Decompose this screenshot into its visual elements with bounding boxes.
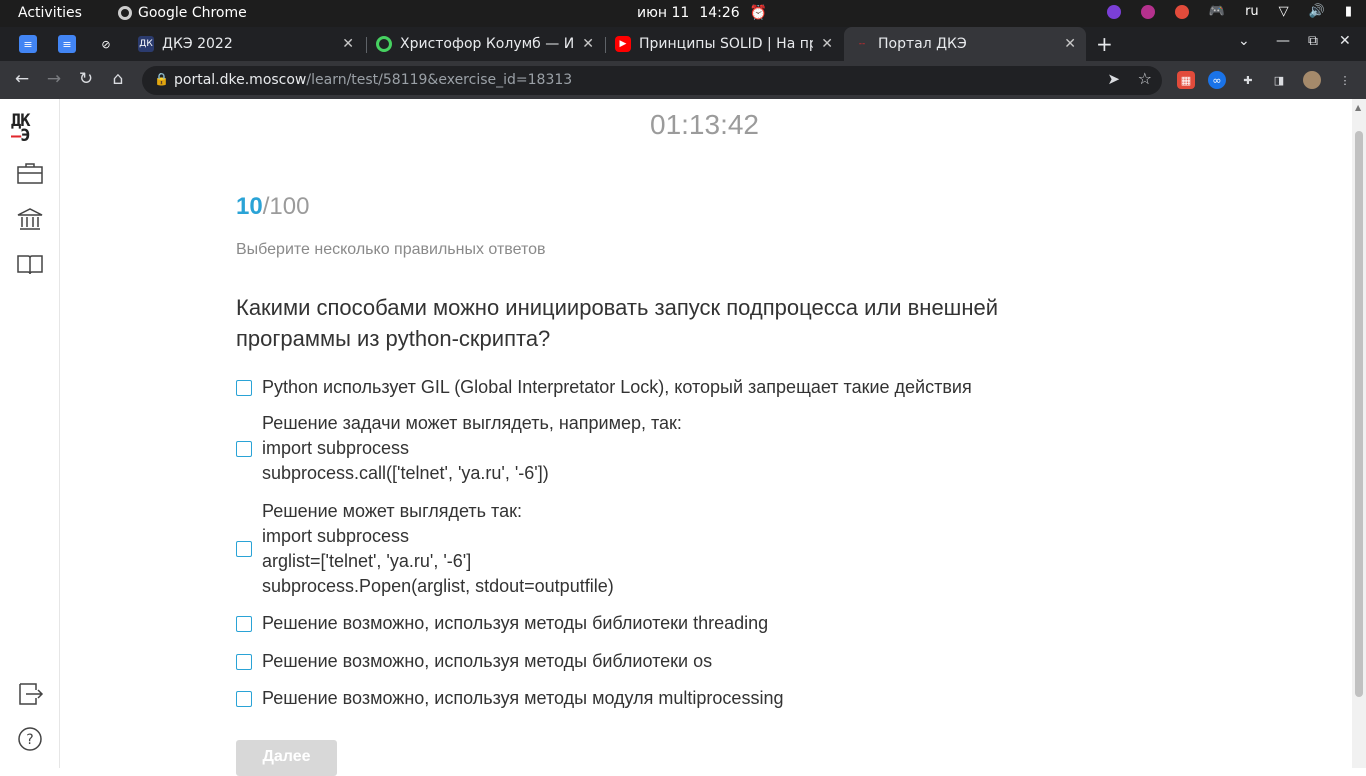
answer-text: Решение возможно, используя методы модул… bbox=[262, 688, 784, 708]
tab-strip: ≡ ≡ ⊘ ДК ДКЭ 2022 ✕ Христофор Колумб — И… bbox=[0, 27, 1366, 61]
puzzle-icon[interactable]: ✚ bbox=[1239, 71, 1257, 89]
close-tab-icon[interactable]: ✕ bbox=[342, 36, 354, 52]
answer-checkbox[interactable] bbox=[236, 653, 252, 670]
extension-icon[interactable]: ▦ bbox=[1177, 71, 1195, 89]
browser-toolbar: ← → ↻ ⌂ 🔒 portal.dke.moscow/learn/test/5… bbox=[0, 61, 1366, 99]
tray-app-icon[interactable] bbox=[1106, 4, 1121, 19]
answer-text: Решение может выглядеть так: import subp… bbox=[262, 501, 614, 596]
tab-columbus[interactable]: Христофор Колумб — Ис ✕ bbox=[366, 27, 604, 61]
answer-checkbox[interactable] bbox=[236, 690, 252, 707]
answer-option-3[interactable]: Решение может выглядеть так: import subp… bbox=[236, 499, 614, 599]
new-tab-button[interactable]: + bbox=[1096, 32, 1113, 56]
extension-icon[interactable]: ∞ bbox=[1208, 71, 1226, 89]
clock-time: 14:26 bbox=[699, 5, 740, 21]
logout-icon[interactable] bbox=[16, 682, 44, 706]
side-panel-icon[interactable]: ◨ bbox=[1270, 71, 1288, 89]
keyboard-layout[interactable]: ru bbox=[1245, 4, 1259, 19]
answer-option-4[interactable]: Решение возможно, используя методы библи… bbox=[236, 611, 768, 636]
lock-icon[interactable]: 🔒 bbox=[154, 72, 169, 86]
home-icon[interactable]: ⌂ bbox=[106, 69, 130, 89]
menu-icon[interactable]: ⋮ bbox=[1336, 71, 1354, 89]
page-content: ДК —Э ? 01:13:42 10/100 Выберите несколь… bbox=[0, 99, 1366, 776]
dke-favicon: ДК bbox=[138, 36, 154, 52]
institution-icon[interactable] bbox=[16, 207, 44, 231]
youtube-favicon: ▶ bbox=[615, 36, 631, 52]
scroll-up-icon[interactable]: ▲ bbox=[1355, 103, 1361, 112]
book-icon[interactable] bbox=[16, 252, 44, 276]
answer-text: Решение задачи может выглядеть, например… bbox=[262, 413, 682, 483]
question-counter: 10/100 bbox=[236, 193, 309, 221]
answer-checkbox[interactable] bbox=[236, 440, 252, 457]
help-icon[interactable]: ? bbox=[16, 727, 44, 751]
green-circle-favicon bbox=[376, 36, 392, 52]
system-top-bar: Activities Google Chrome июн 11 14:26 ⏰ … bbox=[0, 0, 1366, 27]
next-button[interactable]: Далее bbox=[236, 740, 337, 776]
answer-option-6[interactable]: Решение возможно, используя методы модул… bbox=[236, 686, 783, 711]
forward-icon[interactable]: → bbox=[42, 69, 66, 89]
app-menu[interactable]: Google Chrome bbox=[118, 5, 247, 21]
answer-option-1[interactable]: Python использует GIL (Global Interpreta… bbox=[236, 375, 972, 400]
url-text[interactable]: portal.dke.moscow/learn/test/58119&exerc… bbox=[174, 72, 572, 88]
clock-date: июн 11 bbox=[637, 5, 690, 21]
answer-checkbox[interactable] bbox=[236, 615, 252, 632]
close-tab-icon[interactable]: ✕ bbox=[821, 36, 833, 52]
close-window-icon[interactable]: ✕ bbox=[1339, 33, 1351, 49]
total-questions: /100 bbox=[262, 193, 310, 220]
tab-title: ДКЭ 2022 bbox=[162, 36, 233, 52]
tray-app-icon[interactable] bbox=[1174, 4, 1189, 19]
profile-avatar[interactable] bbox=[1303, 71, 1321, 89]
maximize-icon[interactable]: ⧉ bbox=[1308, 33, 1318, 49]
bookmark-star-icon[interactable]: ☆ bbox=[1138, 69, 1152, 88]
tab-title: Портал ДКЭ bbox=[878, 36, 967, 52]
tab-title: Принципы SOLID | На пр bbox=[639, 36, 814, 52]
answer-option-2[interactable]: Решение задачи может выглядеть, например… bbox=[236, 411, 682, 486]
scrollbar-thumb[interactable] bbox=[1355, 131, 1363, 697]
tab-search-icon[interactable]: ⌄ bbox=[1238, 33, 1250, 49]
address-bar[interactable]: 🔒 portal.dke.moscow/learn/test/58119&exe… bbox=[142, 66, 1162, 95]
clock[interactable]: июн 11 14:26 ⏰ bbox=[637, 5, 767, 21]
dke-red-favicon: -‐ bbox=[858, 39, 866, 49]
chrome-icon bbox=[118, 6, 132, 20]
pinned-tab-docs-icon[interactable]: ≡ bbox=[19, 35, 37, 53]
tab-dke-2022[interactable]: ДК ДКЭ 2022 ✕ bbox=[128, 27, 364, 61]
answer-checkbox[interactable] bbox=[236, 541, 252, 557]
answer-hint: Выберите несколько правильных ответов bbox=[236, 241, 546, 258]
activities-button[interactable]: Activities bbox=[18, 5, 82, 21]
answer-option-5[interactable]: Решение возможно, используя методы библи… bbox=[236, 649, 712, 674]
tab-title: Христофор Колумб — Ис bbox=[400, 36, 575, 52]
wifi-icon[interactable]: ▽ bbox=[1279, 4, 1289, 19]
back-icon[interactable]: ← bbox=[10, 69, 34, 89]
answer-text: Решение возможно, используя методы библи… bbox=[262, 651, 713, 671]
url-host: portal.dke.moscow bbox=[174, 72, 307, 88]
tab-solid-youtube[interactable]: ▶ Принципы SOLID | На пр ✕ bbox=[605, 27, 843, 61]
test-timer: 01:13:42 bbox=[650, 109, 759, 140]
page-scrollbar[interactable]: ▲ bbox=[1352, 99, 1366, 768]
dke-logo[interactable]: ДК —Э bbox=[11, 111, 31, 146]
battery-icon[interactable]: ▮ bbox=[1345, 4, 1352, 19]
alarm-icon: ⏰ bbox=[749, 5, 768, 21]
close-tab-icon[interactable]: ✕ bbox=[582, 36, 594, 52]
url-path: /learn/test/58119&exercise_id=18313 bbox=[306, 72, 573, 88]
send-tab-icon[interactable]: ➤ bbox=[1107, 70, 1120, 88]
tray-app-icon[interactable] bbox=[1140, 4, 1155, 19]
pinned-tab-docs-icon[interactable]: ≡ bbox=[58, 35, 76, 53]
pinned-tab-link-icon[interactable]: ⊘ bbox=[97, 35, 115, 53]
current-question-number: 10 bbox=[236, 193, 263, 220]
tab-portal-dke[interactable]: -‐ Портал ДКЭ ✕ bbox=[844, 27, 1086, 61]
briefcase-icon[interactable] bbox=[16, 161, 44, 185]
close-tab-icon[interactable]: ✕ bbox=[1064, 36, 1076, 52]
reload-icon[interactable]: ↻ bbox=[74, 69, 98, 89]
app-name: Google Chrome bbox=[138, 5, 247, 21]
discord-icon[interactable]: 🎮 bbox=[1209, 4, 1225, 19]
answer-text: Решение возможно, используя методы библи… bbox=[262, 613, 769, 633]
question-text: Какими способами можно инициировать запу… bbox=[236, 295, 998, 351]
system-tray: 🎮 ru ▽ 🔊 ▮ bbox=[1106, 4, 1352, 19]
minimize-icon[interactable]: — bbox=[1276, 33, 1290, 49]
answer-checkbox[interactable] bbox=[236, 379, 252, 396]
volume-icon[interactable]: 🔊 bbox=[1309, 4, 1325, 19]
sidebar: ДК —Э ? bbox=[0, 99, 60, 768]
svg-text:?: ? bbox=[26, 732, 33, 748]
answer-text: Python использует GIL (Global Interpreta… bbox=[262, 377, 972, 397]
